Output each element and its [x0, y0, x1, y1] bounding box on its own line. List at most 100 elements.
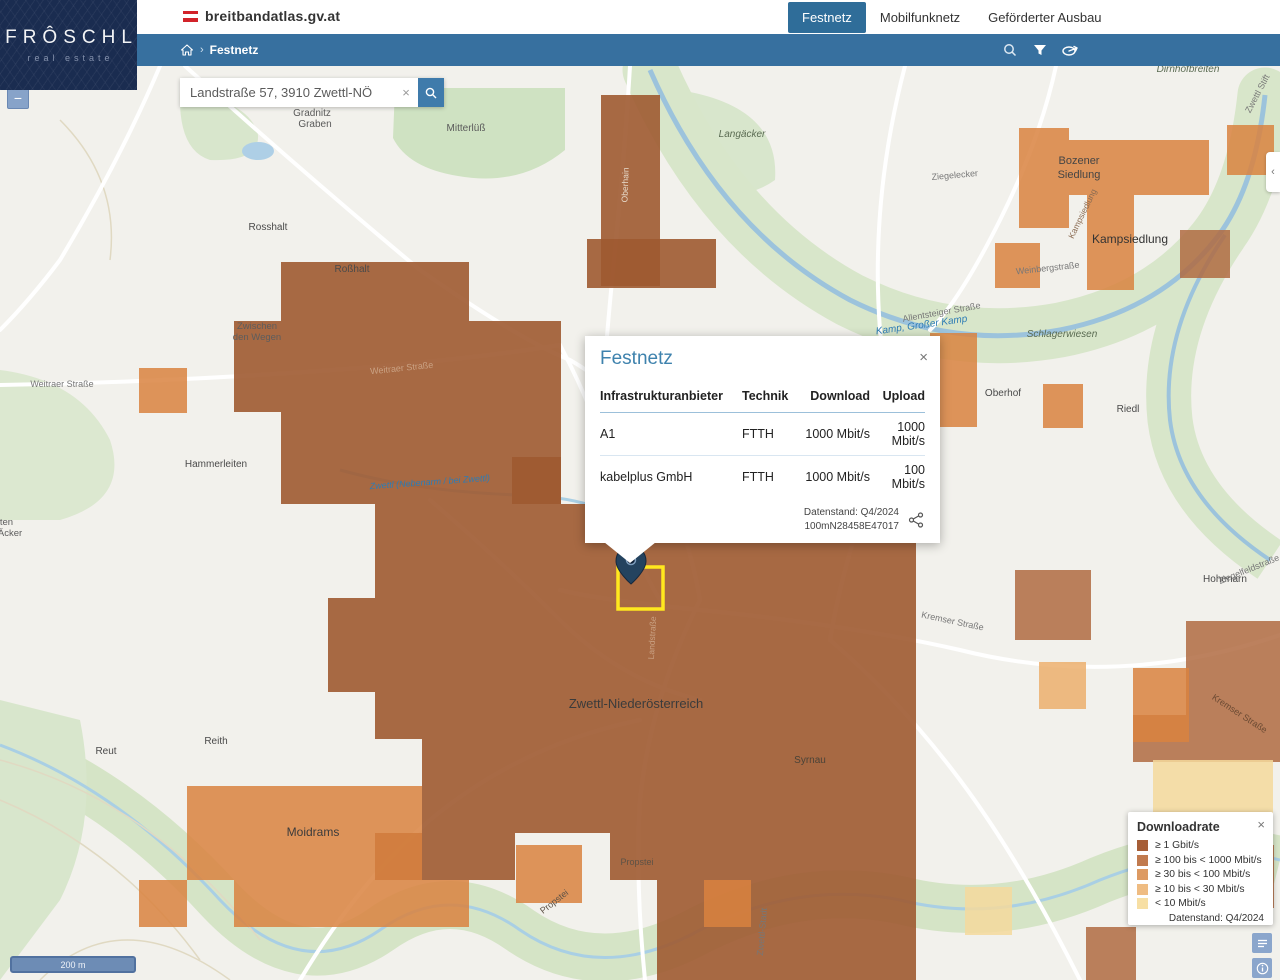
legend-swatch — [1137, 898, 1148, 909]
coverage-cell — [422, 739, 916, 833]
map-label: den Wegen — [233, 332, 281, 343]
tab-gef-rderter-ausbau[interactable]: Geförderter Ausbau — [974, 2, 1115, 33]
coverage-cell — [512, 457, 561, 504]
scale-bar: 200 m — [10, 956, 136, 973]
table-cell: 1000 Mbit/s — [798, 470, 870, 484]
logo-title: FRÔSCHL — [0, 27, 138, 49]
coverage-cell — [965, 887, 1012, 935]
legend-datenstand: Datenstand: Q4/2024 — [1137, 913, 1264, 924]
clear-search-button[interactable]: × — [394, 85, 418, 100]
legend-label: ≥ 30 bis < 100 Mbit/s — [1155, 869, 1250, 880]
list-icon — [1257, 938, 1268, 949]
address-search: Landstraße 57, 3910 Zwettl-NÖ × — [180, 78, 444, 107]
map-label: Riedl — [1117, 404, 1140, 415]
map-label: Siedlung — [1058, 169, 1101, 181]
legend-label: ≥ 1 Gbit/s — [1155, 840, 1199, 851]
map-label: Reut — [95, 746, 116, 757]
map-label: Kampsiedlung — [1092, 232, 1168, 246]
legend-toggle-button[interactable] — [1252, 933, 1272, 953]
coverage-cell — [281, 262, 469, 321]
download-rate-legend: Downloadrate × ≥ 1 Gbit/s ≥ 100 bis < 100… — [1128, 812, 1273, 925]
table-cell: 100 Mbit/s — [870, 463, 925, 491]
scale-label: 200 m — [60, 960, 85, 970]
map-label: Langäcker — [719, 129, 766, 140]
map-label: Gradnitz — [293, 108, 331, 119]
top-header: breitbandatlas.gv.at FestnetzMobilfunkne… — [0, 0, 1280, 34]
legend-title: Downloadrate — [1137, 820, 1264, 834]
app-window: { "logo": { "title": "FRÔSCHL", "subtitl… — [0, 0, 1280, 980]
info-button[interactable] — [1252, 958, 1272, 978]
share-icon[interactable] — [1060, 40, 1080, 60]
legend-close-button[interactable]: × — [1257, 817, 1265, 832]
legend-label: ≥ 10 bis < 30 Mbit/s — [1155, 884, 1245, 895]
table-row: A1FTTH1000 Mbit/s1000 Mbit/s — [600, 412, 925, 455]
popup-tail — [604, 542, 656, 563]
popup-close-button[interactable]: × — [919, 350, 928, 365]
filter-icon[interactable] — [1030, 40, 1050, 60]
magnifier-icon — [424, 86, 438, 100]
home-icon[interactable] — [180, 43, 194, 57]
coverage-cell — [516, 845, 582, 903]
map-label: Zwettl-Niederösterreich — [569, 696, 703, 711]
panel-expander[interactable]: ‹ — [1266, 152, 1280, 192]
popup-datenstand: Datenstand: Q4/2024 — [804, 506, 899, 520]
map-label: Bozener — [1059, 155, 1100, 167]
coverage-cell — [139, 880, 187, 927]
coverage-cell — [1069, 140, 1209, 195]
legend-swatch — [1137, 884, 1148, 895]
popup-meta: Datenstand: Q4/2024 100mN28458E47017 — [804, 506, 899, 533]
search-input[interactable]: Landstraße 57, 3910 Zwettl-NÖ × — [180, 78, 418, 107]
map-label: Graben — [298, 119, 331, 130]
company-logo: FRÔSCHL real estate — [0, 0, 137, 90]
coverage-cell — [1153, 760, 1273, 818]
main-tabs: FestnetzMobilfunknetzGeförderter Ausbau — [788, 0, 1116, 34]
breadcrumb-separator: › — [200, 44, 204, 56]
popup-title: Festnetz — [600, 348, 925, 370]
coverage-cell — [1043, 384, 1083, 428]
map-label: Zwischen — [237, 321, 277, 332]
legend-swatch — [1137, 840, 1148, 851]
table-cell: FTTH — [742, 470, 798, 484]
legend-swatch — [1137, 869, 1148, 880]
search-icon[interactable] — [1000, 40, 1020, 60]
coverage-cell — [587, 239, 716, 288]
popup-footer: Datenstand: Q4/2024 100mN28458E47017 — [600, 506, 925, 533]
table-row: kabelplus GmbHFTTH1000 Mbit/s100 Mbit/s — [600, 455, 925, 498]
info-icon — [1256, 962, 1269, 975]
legend-item: ≥ 1 Gbit/s — [1137, 840, 1264, 851]
tab-festnetz[interactable]: Festnetz — [788, 2, 866, 33]
map-label: Reith — [204, 736, 227, 747]
map-label: Oberhof — [985, 388, 1021, 399]
legend-items: ≥ 1 Gbit/s ≥ 100 bis < 1000 Mbit/s ≥ 30 bi… — [1137, 840, 1264, 909]
map-label: Syrnau — [794, 755, 826, 766]
tab-mobilfunknetz[interactable]: Mobilfunknetz — [866, 2, 974, 33]
search-submit-button[interactable] — [418, 78, 444, 107]
zoom-out-button[interactable]: − — [7, 87, 29, 109]
map-label: Propstei — [620, 857, 653, 867]
map-label: Schlagerwiesen — [1027, 329, 1098, 340]
search-value: Landstraße 57, 3910 Zwettl-NÖ — [180, 85, 394, 100]
coverage-cell — [1133, 668, 1189, 742]
map-label: Mitterlüß — [447, 123, 486, 134]
map-label: Roßhalt — [334, 264, 369, 275]
legend-item: < 10 Mbit/s — [1137, 898, 1264, 909]
map-label: Hammerleiten — [185, 459, 247, 470]
coverage-cell — [422, 880, 469, 927]
site-brand[interactable]: breitbandatlas.gv.at — [183, 8, 340, 24]
share-network-icon[interactable] — [907, 511, 925, 529]
coverage-cell — [610, 833, 916, 880]
legend-item: ≥ 100 bis < 1000 Mbit/s — [1137, 855, 1264, 866]
map-label: Oberhain — [619, 167, 630, 203]
column-header: Infrastrukturanbieter — [600, 389, 742, 403]
coverage-cell — [139, 368, 187, 413]
logo-subtitle: real estate — [23, 53, 113, 63]
map-label: Rosshalt — [249, 222, 288, 233]
column-header: Technik — [742, 389, 798, 403]
coverage-cell — [1086, 927, 1136, 980]
legend-label: ≥ 100 bis < 1000 Mbit/s — [1155, 855, 1262, 866]
legend-item: ≥ 30 bis < 100 Mbit/s — [1137, 869, 1264, 880]
coverage-cell — [234, 880, 422, 927]
breadcrumb: › Festnetz — [180, 34, 258, 66]
map-label: Moidrams — [287, 825, 340, 839]
map-label: Äcker — [0, 528, 22, 539]
